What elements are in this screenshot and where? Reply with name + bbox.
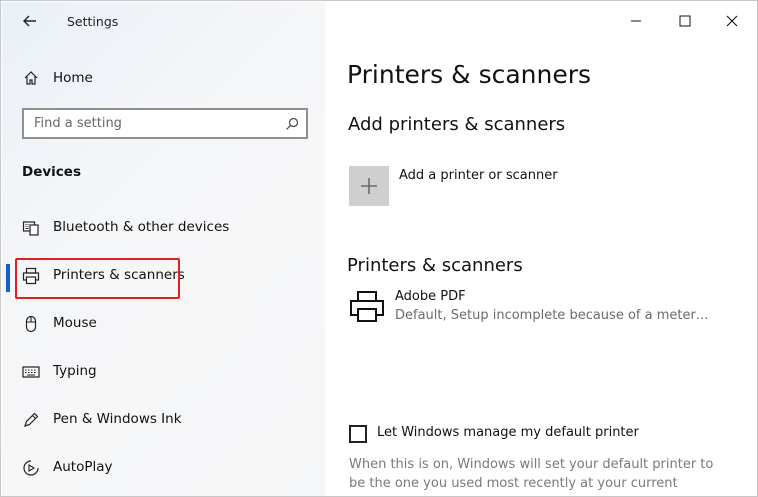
printer-status: Default, Setup incomplete because of a m… <box>395 308 715 323</box>
mouse-icon <box>22 315 40 333</box>
sidebar-item-pen[interactable]: Pen & Windows Ink <box>2 400 325 440</box>
close-button[interactable] <box>712 6 752 36</box>
keyboard-icon <box>22 363 40 381</box>
home-icon <box>22 69 40 87</box>
minimize-icon <box>631 20 641 22</box>
bluetooth-keyboard-icon <box>22 219 40 237</box>
maximize-icon <box>679 15 691 27</box>
minimize-button[interactable] <box>616 6 656 36</box>
printer-icon[interactable] <box>349 289 385 325</box>
add-printer-button[interactable] <box>349 166 389 206</box>
back-button[interactable] <box>16 8 44 34</box>
app-title: Settings <box>67 14 119 29</box>
sidebar-item-label: Typing <box>53 363 97 379</box>
sidebar-item-label: AutoPlay <box>53 459 113 475</box>
sidebar: Settings Home Find a setting Devices Blu… <box>2 2 325 496</box>
back-arrow-icon <box>23 15 36 27</box>
maximize-button[interactable] <box>665 6 705 36</box>
search-input[interactable]: Find a setting <box>22 108 308 139</box>
sidebar-item-typing[interactable]: Typing <box>2 352 325 392</box>
sidebar-item-label: Pen & Windows Ink <box>53 411 182 427</box>
highlight-box <box>15 258 180 299</box>
default-printer-checkbox-label[interactable]: Let Windows manage my default printer <box>377 425 639 440</box>
default-printer-help-text: When this is on, Windows will set your d… <box>349 457 714 496</box>
pen-icon <box>22 411 40 429</box>
autoplay-icon <box>22 459 40 477</box>
printer-name[interactable]: Adobe PDF <box>395 289 466 304</box>
main-content: Printers & scanners Add printers & scann… <box>325 2 757 496</box>
sidebar-item-autoplay[interactable]: AutoPlay <box>2 448 325 488</box>
section-title: Devices <box>22 164 81 180</box>
sidebar-item-label: Bluetooth & other devices <box>53 219 230 235</box>
sidebar-item-label: Mouse <box>53 315 97 331</box>
sidebar-item-home[interactable]: Home <box>2 64 325 92</box>
settings-window: Settings Home Find a setting Devices Blu… <box>0 0 758 497</box>
default-printer-checkbox[interactable] <box>349 425 367 443</box>
add-section-title: Add printers & scanners <box>348 114 566 135</box>
search-icon <box>284 116 300 132</box>
add-printer-label[interactable]: Add a printer or scanner <box>399 168 558 183</box>
search-placeholder: Find a setting <box>34 116 122 131</box>
close-icon <box>726 15 738 27</box>
plus-icon <box>361 178 377 194</box>
sidebar-item-label: Home <box>53 70 93 86</box>
list-section-title: Printers & scanners <box>347 255 523 276</box>
sidebar-item-mouse[interactable]: Mouse <box>2 304 325 344</box>
page-title: Printers & scanners <box>347 60 592 89</box>
sidebar-item-bluetooth[interactable]: Bluetooth & other devices <box>2 208 325 248</box>
